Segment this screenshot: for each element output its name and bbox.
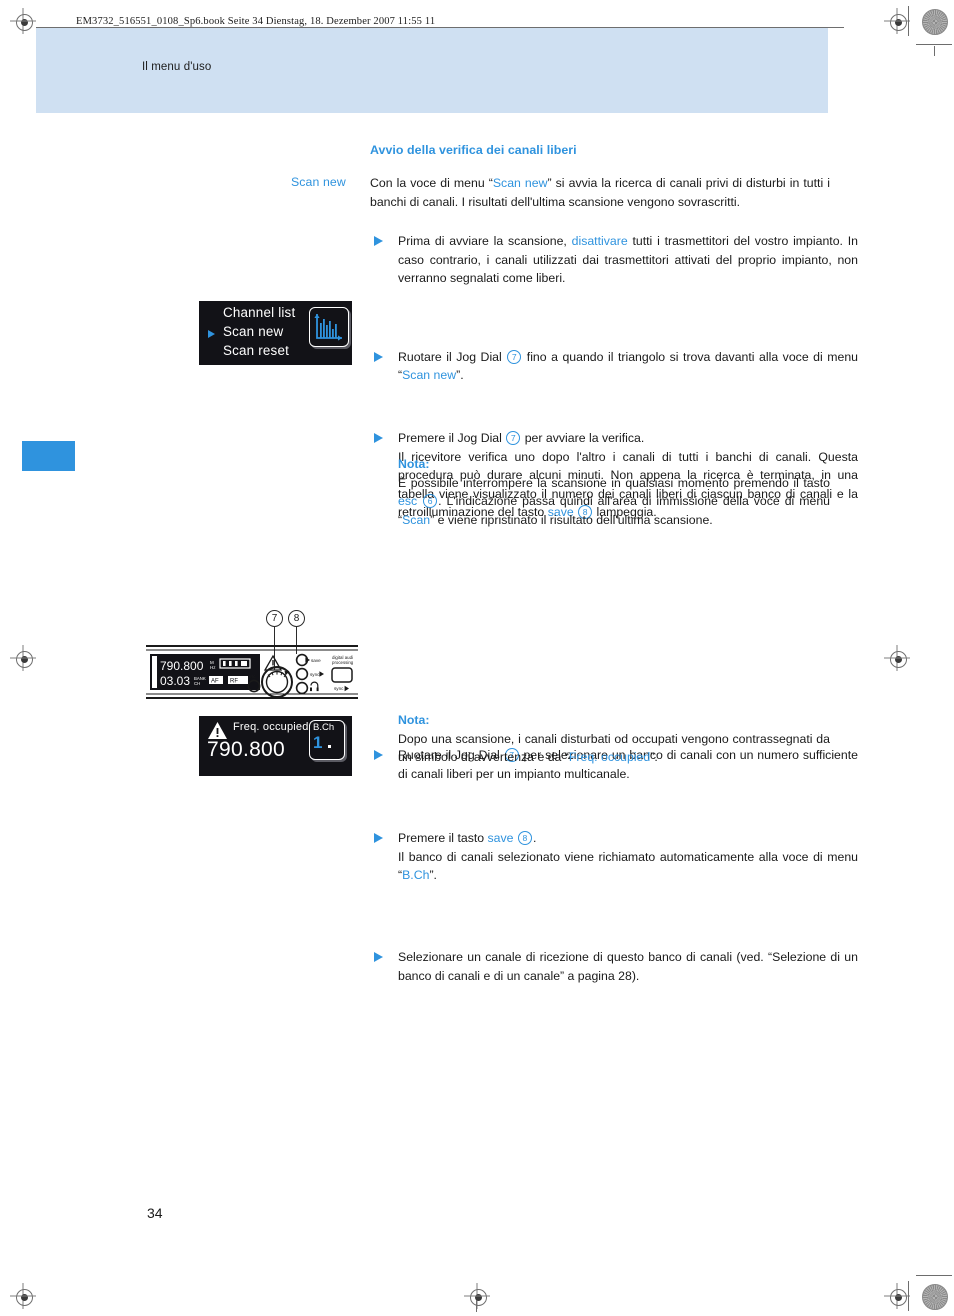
bullet-triangle-icon: [374, 951, 383, 962]
step-ruotare-jogdial: Ruotare il Jog Dial 7 fino a quando il t…: [370, 348, 858, 385]
trim-rule-top-right: [916, 44, 952, 45]
registration-mark-right-middle: [884, 645, 910, 671]
callout-number-7: 7: [507, 349, 522, 364]
margin-label-scan-new: Scan new: [291, 175, 346, 189]
step-text-pre: Prima di avviare la scansione,: [398, 234, 572, 248]
note-text-post: ”.: [650, 750, 658, 765]
density-patch-bottom-right: [922, 1284, 948, 1310]
chapter-thumb-tab: [22, 441, 75, 471]
bullet-triangle-icon: [374, 432, 383, 443]
svg-text:CH: CH: [194, 681, 200, 686]
note-text-pre: È possibile interrompere la scansione in…: [398, 475, 830, 490]
step-text-pre: Selezionare un canale di ricezione di qu…: [398, 949, 858, 983]
step-detail-menu: B.Ch: [402, 868, 430, 883]
callout-number-7: 7: [506, 430, 521, 445]
step-premere-save: Premere il tasto save 8. Il banco di can…: [370, 829, 858, 885]
trim-tick-bottom-right: [908, 1281, 909, 1311]
svg-text:RF: RF: [230, 679, 238, 685]
receiver-front-panel-illustration: 790.800 M Hz 03.03 BANK CH AF RF esc sav…: [144, 612, 360, 702]
lcd-bank-channel-label: B.Ch: [313, 722, 335, 733]
step-text-post: .: [532, 831, 537, 846]
page-number: 34: [147, 1205, 163, 1221]
note-label: Nota:: [398, 457, 430, 471]
svg-text:Hz: Hz: [210, 665, 216, 670]
lcd-warning-text: Freq. occupied: [233, 721, 309, 733]
lcd-menu-display: Channel list Scan new Scan reset: [199, 301, 352, 365]
step-key-save: save: [487, 831, 514, 846]
running-head-band: Il menu d'uso: [36, 28, 828, 113]
lcd-bank-channel-dot: [328, 745, 331, 748]
step-text-pre: Premere il tasto: [398, 831, 488, 846]
page-canvas: EM3732_516551_0108_Sp6.book Seite 34 Die…: [0, 0, 954, 1316]
svg-text:sync: sync: [334, 686, 344, 691]
note-body: È possibile interrompere la scansione in…: [398, 474, 830, 530]
lcd-frequency-value: 790.800: [207, 738, 286, 761]
registration-mark-bottom-center: [464, 1283, 490, 1309]
intro-paragraph: Con la voce di menu “Scan new” si avvia …: [370, 174, 830, 211]
spectrum-scan-icon: [309, 307, 349, 347]
step-text-tail: ”.: [456, 368, 464, 383]
note-freq-occupied: Nota: Dopo una scansione, i canali distu…: [370, 711, 830, 767]
registration-mark-left-middle: [10, 645, 36, 671]
step-detail-pre: Il banco di canali selezionato viene ric…: [398, 849, 858, 883]
intro-menu-name: Scan new: [492, 176, 548, 190]
density-patch-top-right: [922, 9, 948, 35]
trim-tick-top-right: [908, 6, 909, 36]
callout-number-6: 6: [423, 494, 438, 509]
section-heading: Avvio della verifica dei canali liberi: [370, 143, 577, 157]
trim-tick-bottom-center: [476, 1300, 477, 1312]
step-detail: Il banco di canali selezionato viene ric…: [398, 848, 858, 885]
step-menu-name: Scan new: [402, 368, 457, 383]
step-selezionare-canale: Selezionare un canale di ricezione di qu…: [370, 948, 858, 985]
lcd-bank-channel-value: 1: [313, 733, 323, 752]
lcd-menu-item-channel-list: Channel list: [223, 305, 296, 320]
registration-mark-top-left: [10, 8, 36, 34]
lcd-selection-triangle-icon: [208, 330, 215, 338]
note-menu-name: Scan: [402, 512, 431, 527]
trim-tick-top-center-right: [934, 46, 935, 56]
note-key-esc: esc: [398, 494, 418, 509]
note-text-post: ” e viene ripristinato il risultato dell…: [430, 512, 713, 527]
lcd-menu-item-scan-reset: Scan reset: [223, 343, 290, 358]
bullet-triangle-icon: [374, 351, 383, 362]
note-label: Nota:: [398, 713, 430, 727]
intro-text-pre: Con la voce di menu “: [370, 176, 493, 190]
step-text-pre: Ruotare il Jog Dial: [398, 349, 507, 364]
step-text-post: per avviare la verifica.: [521, 430, 645, 445]
svg-text:esc: esc: [249, 674, 256, 679]
svg-text:processing: processing: [332, 660, 354, 665]
step-text-pre: Premere il Jog Dial: [398, 430, 506, 445]
svg-text:AF: AF: [211, 679, 219, 685]
note-interrompere: Nota: È possibile interrompere la scansi…: [370, 455, 830, 529]
callout-number-8: 8: [517, 831, 532, 846]
step-highlight: disattivare: [571, 234, 628, 248]
bullet-triangle-icon: [374, 236, 383, 246]
lcd-menu-item-scan-new: Scan new: [223, 324, 284, 339]
svg-text:790.800: 790.800: [160, 659, 204, 673]
note-key-freq-occupied: Freq. occupied: [568, 750, 651, 765]
step-detail-post: ”.: [429, 868, 437, 883]
svg-text:03.03: 03.03: [160, 674, 190, 688]
note-body: Dopo una scansione, i canali disturbati …: [398, 730, 830, 767]
bullet-triangle-icon: [374, 833, 383, 844]
registration-mark-top-right: [884, 8, 910, 34]
trim-rule-bottom-right: [916, 1275, 952, 1276]
running-head-text: Il menu d'uso: [142, 61, 212, 73]
svg-text:save: save: [311, 658, 321, 663]
print-file-info: EM3732_516551_0108_Sp6.book Seite 34 Die…: [76, 16, 436, 27]
lcd-freq-occupied-display: Freq. occupied 790.800 MHz B.Ch 1: [199, 716, 352, 776]
lcd-bank-channel-box: B.Ch 1: [309, 720, 345, 760]
registration-mark-bottom-left: [10, 1283, 36, 1309]
registration-mark-bottom-right: [884, 1283, 910, 1309]
step-disattivare: Prima di avviare la scansione, disattiva…: [370, 232, 858, 288]
svg-text:sync: sync: [310, 672, 320, 677]
